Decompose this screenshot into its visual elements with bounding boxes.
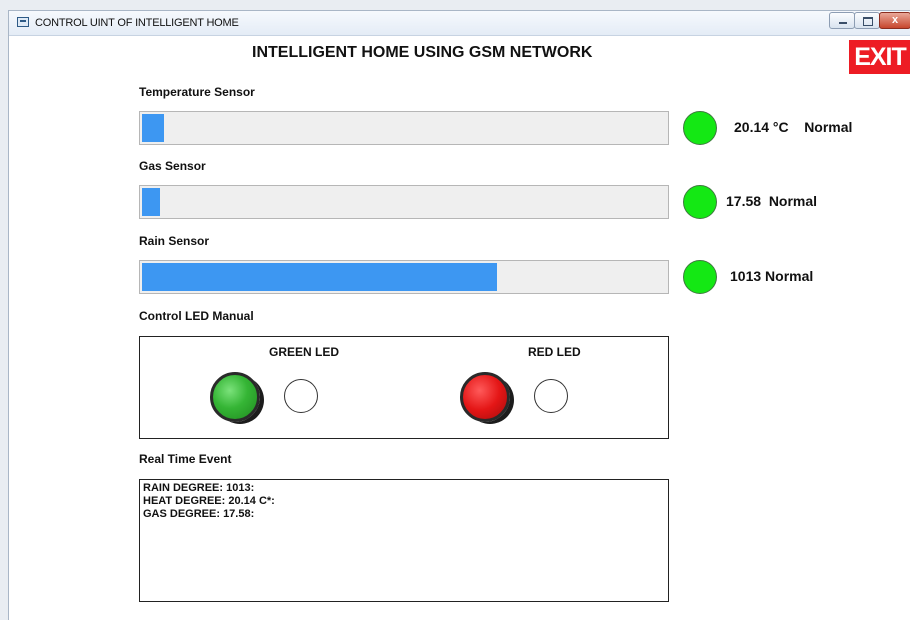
app-icon xyxy=(17,17,29,27)
green-led-label: GREEN LED xyxy=(269,345,340,359)
rain-reading: 1013 Normal xyxy=(730,268,814,284)
temperature-reading: 20.14 °C Normal xyxy=(734,119,853,135)
led-control-panel: GREEN LED RED LED xyxy=(139,336,669,439)
gas-sensor-bar xyxy=(139,185,669,219)
red-led-lamp xyxy=(534,379,568,413)
gas-sensor-label: Gas Sensor xyxy=(139,159,206,173)
gas-status-indicator xyxy=(683,185,717,219)
red-led-button[interactable] xyxy=(460,372,510,422)
close-button[interactable]: x xyxy=(879,12,910,29)
gas-sensor-bar-fill xyxy=(142,188,160,216)
event-log-textbox[interactable]: RAIN DEGREE: 1013: HEAT DEGREE: 20.14 C*… xyxy=(139,479,669,602)
rain-status-indicator xyxy=(683,260,717,294)
temperature-sensor-bar-fill xyxy=(142,114,164,142)
temperature-status-indicator xyxy=(683,111,717,145)
maximize-button[interactable] xyxy=(854,12,880,29)
title-bar[interactable]: CONTROL UINT OF INTELLIGENT HOME x xyxy=(9,11,910,36)
led-control-label: Control LED Manual xyxy=(139,309,254,323)
exit-button[interactable]: EXIT xyxy=(849,40,910,74)
event-log-label: Real Time Event xyxy=(139,452,232,466)
green-led-button[interactable] xyxy=(210,372,260,422)
close-icon: x xyxy=(891,14,899,26)
rain-sensor-bar-fill xyxy=(142,263,497,291)
minimize-button[interactable] xyxy=(829,12,855,29)
event-line-gas: GAS DEGREE: 17.58: xyxy=(143,508,255,520)
red-led-label: RED LED xyxy=(528,345,581,359)
event-line-rain: RAIN DEGREE: 1013: xyxy=(143,482,255,494)
gas-reading: 17.58 Normal xyxy=(726,193,818,209)
rain-sensor-bar xyxy=(139,260,669,294)
window-title: CONTROL UINT OF INTELLIGENT HOME xyxy=(35,17,239,29)
temperature-sensor-bar xyxy=(139,111,669,145)
rain-sensor-label: Rain Sensor xyxy=(139,234,210,248)
green-led-lamp xyxy=(284,379,318,413)
event-line-heat: HEAT DEGREE: 20.14 C*: xyxy=(143,495,275,507)
page-title: INTELLIGENT HOME USING GSM NETWORK xyxy=(252,44,593,61)
temperature-sensor-label: Temperature Sensor xyxy=(139,85,255,99)
app-window: CONTROL UINT OF INTELLIGENT HOME x INTEL… xyxy=(8,10,910,620)
